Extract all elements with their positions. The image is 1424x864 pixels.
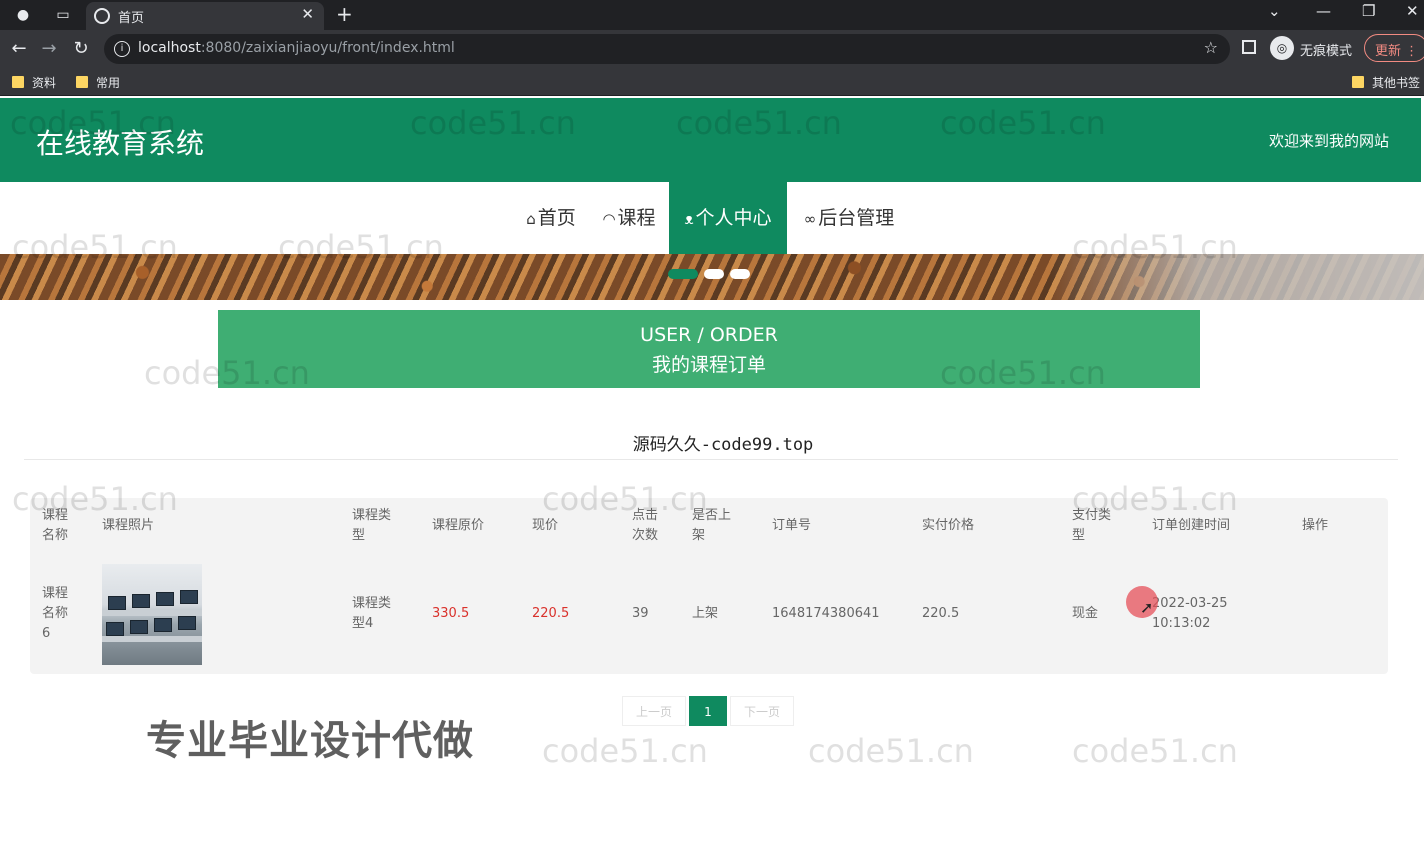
cell-course-name: 课程名称6 bbox=[42, 586, 69, 641]
tab-title: 首页 bbox=[118, 11, 145, 26]
close-window-icon[interactable]: ✕ bbox=[1406, 2, 1419, 20]
nav-label: 课程 bbox=[617, 207, 656, 229]
bookmark-label: 其他书签 bbox=[1372, 76, 1421, 90]
carousel-dot-active[interactable] bbox=[668, 269, 698, 279]
gauge-icon: ◠ bbox=[602, 210, 616, 228]
bookmark-folder-1[interactable]: 资料 bbox=[12, 74, 56, 91]
cell-course-type: 课程类型4 bbox=[352, 596, 392, 631]
url-host: localhost bbox=[138, 40, 201, 56]
carousel-dot[interactable] bbox=[730, 269, 750, 279]
banner-carousel bbox=[0, 254, 1424, 300]
update-label: 更新 bbox=[1375, 44, 1402, 59]
bookmarks-bar: 资料 常用 其他书签 bbox=[0, 68, 1424, 96]
welcome-text: 欢迎来到我的网站 bbox=[1268, 132, 1389, 150]
back-icon[interactable]: ← bbox=[8, 38, 30, 59]
close-tab-icon[interactable]: ✕ bbox=[301, 5, 314, 23]
cell-paid: 220.5 bbox=[922, 606, 960, 621]
globe-icon bbox=[94, 8, 110, 24]
nav-label: 个人中心 bbox=[695, 207, 772, 229]
cell-price: 220.5 bbox=[532, 606, 570, 621]
forward-icon[interactable]: → bbox=[38, 38, 60, 59]
folder-icon bbox=[12, 76, 24, 88]
col-header-clicks: 点击次数 bbox=[632, 508, 659, 543]
web-page: 在线教育系统 欢迎来到我的网站 ⌂ 首页 ◠ 课程 ᴥ 个人中心 ∞ 后台管理 USER… bbox=[0, 98, 1424, 864]
tab-search-icon[interactable]: ▭ bbox=[54, 6, 72, 24]
col-header-action: 操作 bbox=[1302, 518, 1329, 533]
col-header-paid: 实付价格 bbox=[922, 518, 975, 533]
col-header-order-no: 订单号 bbox=[772, 518, 812, 533]
order-table: 课程名称 课程照片 课程类型 课程原价 现价 点击次数 是否上架 订单号 实付价… bbox=[30, 498, 1388, 674]
other-bookmarks[interactable]: 其他书签 bbox=[1352, 74, 1420, 91]
bookmark-star-icon[interactable]: ☆ bbox=[1204, 38, 1218, 57]
next-page-button[interactable]: 下一页 bbox=[730, 696, 794, 726]
browser-toolbar: ← → ↻ i localhost:8080/zaixianjiaoyu/fro… bbox=[0, 30, 1424, 68]
nav-admin[interactable]: ∞ 后台管理 bbox=[796, 182, 902, 254]
cell-pay-type: 现金 bbox=[1072, 606, 1099, 621]
new-tab-icon[interactable]: + bbox=[336, 2, 353, 26]
col-header-pay-type: 支付类型 bbox=[1072, 508, 1112, 543]
folder-icon bbox=[1352, 76, 1364, 88]
nav-personal-center[interactable]: ᴥ 个人中心 bbox=[669, 182, 787, 254]
site-title: 在线教育系统 bbox=[36, 127, 205, 160]
col-header-created: 订单创建时间 bbox=[1152, 518, 1231, 533]
watermark: code51.cn bbox=[1072, 732, 1238, 770]
cell-listed: 上架 bbox=[692, 606, 719, 621]
home-icon: ⌂ bbox=[526, 210, 536, 228]
side-panel-icon[interactable] bbox=[1242, 40, 1256, 54]
watermark: code51.cn bbox=[542, 732, 708, 770]
cell-original-price: 330.5 bbox=[432, 606, 470, 621]
url-path: :8080/zaixianjiaoyu/front/index.html bbox=[200, 40, 455, 56]
section-title-bar: USER / ORDER 我的课程订单 bbox=[218, 310, 1200, 388]
site-info-icon[interactable]: i bbox=[114, 41, 130, 57]
bookmark-folder-2[interactable]: 常用 bbox=[76, 74, 120, 91]
col-header-course-photo: 课程照片 bbox=[102, 518, 155, 533]
tab-list-chevron-icon[interactable]: ⌄ bbox=[1268, 2, 1281, 20]
overlay-text: 专业毕业设计代做 bbox=[146, 718, 474, 764]
divider bbox=[24, 459, 1398, 460]
col-header-course-type: 课程类型 bbox=[352, 508, 392, 543]
bookmark-label: 常用 bbox=[96, 76, 121, 90]
prev-page-button[interactable]: 上一页 bbox=[622, 696, 686, 726]
nav-home[interactable]: ⌂ 首页 bbox=[516, 182, 586, 254]
mouse-cursor-icon: ➚ bbox=[1140, 598, 1154, 617]
banner-fade bbox=[1050, 254, 1424, 300]
cell-order-no: 1648174380641 bbox=[772, 606, 880, 621]
col-header-listed: 是否上架 bbox=[692, 508, 732, 543]
section-title-en: USER / ORDER bbox=[640, 324, 778, 346]
minimize-icon[interactable]: — bbox=[1316, 2, 1331, 20]
col-header-original-price: 课程原价 bbox=[432, 518, 485, 533]
restore-icon[interactable]: ❐ bbox=[1362, 2, 1375, 20]
main-nav: ⌂ 首页 ◠ 课程 ᴥ 个人中心 ∞ 后台管理 bbox=[0, 182, 1424, 254]
section-title-zh: 我的课程订单 bbox=[651, 354, 766, 376]
nav-courses[interactable]: ◠ 课程 bbox=[594, 182, 664, 254]
reload-icon[interactable]: ↻ bbox=[70, 38, 92, 59]
watermark: code51.cn bbox=[808, 732, 974, 770]
course-photo bbox=[102, 564, 202, 665]
incognito-icon[interactable]: ◎ bbox=[1270, 36, 1294, 60]
bookmark-label: 资料 bbox=[32, 76, 57, 90]
col-header-course-name: 课程名称 bbox=[42, 508, 69, 543]
col-header-price: 现价 bbox=[532, 518, 559, 533]
carousel-dot[interactable] bbox=[704, 269, 724, 279]
site-header: 在线教育系统 欢迎来到我的网站 bbox=[0, 98, 1421, 182]
cell-created: 2022-03-25 10:13:02 bbox=[1152, 596, 1228, 631]
link-icon: ∞ bbox=[803, 210, 817, 228]
browser-menu-icon[interactable]: ● bbox=[14, 6, 32, 24]
address-bar[interactable]: i localhost:8080/zaixianjiaoyu/front/ind… bbox=[104, 34, 1230, 64]
cell-clicks: 39 bbox=[632, 606, 649, 621]
subtitle-text: 源码久久-code99.top bbox=[632, 435, 814, 455]
browser-tab[interactable]: 首页 ✕ bbox=[86, 2, 324, 30]
browser-tab-bar: ● ▭ 首页 ✕ + ⌄ — ❐ ✕ bbox=[0, 0, 1424, 30]
nav-label: 后台管理 bbox=[818, 207, 895, 229]
url-text[interactable]: localhost:8080/zaixianjiaoyu/front/index… bbox=[138, 40, 455, 56]
page-1-button[interactable]: 1 bbox=[689, 696, 727, 726]
folder-icon bbox=[76, 76, 88, 88]
update-button[interactable]: 更新 ⋮ bbox=[1364, 34, 1424, 62]
nav-label: 首页 bbox=[537, 207, 576, 229]
user-icon: ᴥ bbox=[684, 210, 694, 228]
incognito-label: 无痕模式 bbox=[1300, 44, 1353, 59]
